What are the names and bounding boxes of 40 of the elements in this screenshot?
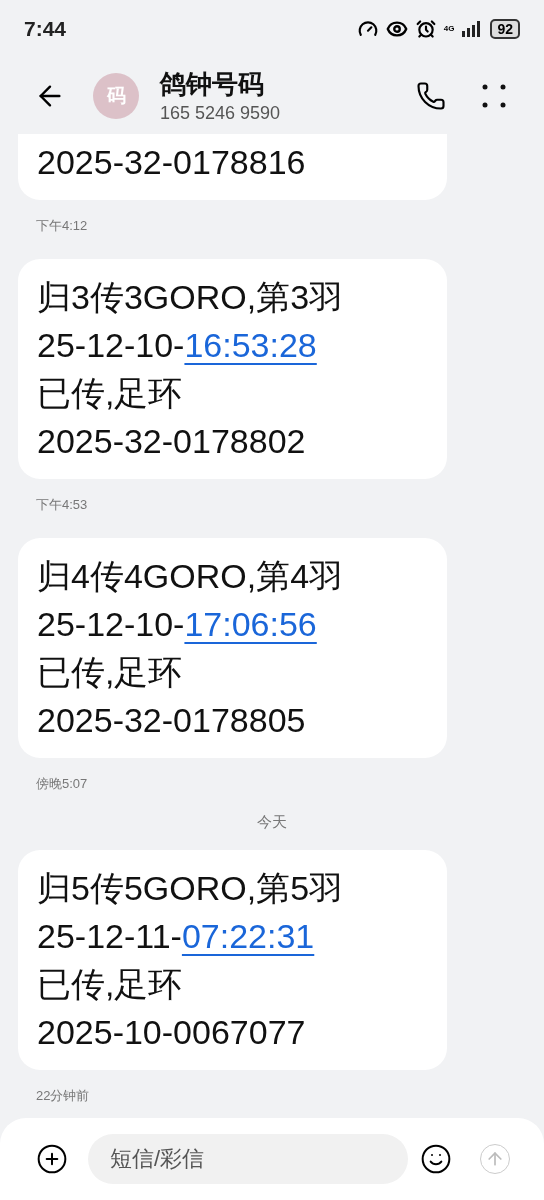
time-link[interactable]: 07:22:31 <box>181 911 315 960</box>
network-label: 4G <box>443 25 455 33</box>
emoji-button[interactable] <box>420 1143 452 1175</box>
message-time: 下午4:53 <box>36 497 88 512</box>
add-button[interactable] <box>36 1143 68 1175</box>
message-text: 25-12-10- <box>37 325 185 366</box>
message-text: 归3传3GORO,第3羽 <box>37 277 344 318</box>
message-text: 25-12-11- <box>37 915 182 957</box>
phone-number: 165 5246 9590 <box>160 102 281 125</box>
message-text: 2025-32-0178802 <box>37 421 306 462</box>
message-time: 下午4:12 <box>36 218 88 233</box>
time-link[interactable]: 16:53:28 <box>184 321 317 369</box>
message-text: 2025-10-0067077 <box>37 1011 306 1053</box>
alarm-icon <box>415 19 436 39</box>
message-input[interactable]: 短信/彩信 <box>88 1134 408 1184</box>
contact-name: 鸽钟号码 <box>160 68 265 101</box>
contact-avatar: 码 <box>93 73 139 119</box>
plus-icon <box>36 1143 68 1175</box>
message-text: 归5传5GORO,第5羽 <box>37 867 344 909</box>
message-text: 已传,足环 <box>37 373 183 414</box>
message-text: 已传,足环 <box>37 963 183 1005</box>
speedometer-icon <box>357 19 378 39</box>
phone-icon <box>416 81 446 111</box>
time-link[interactable]: 17:06:56 <box>184 600 317 648</box>
smiley-icon <box>420 1143 452 1175</box>
message-text: 归4传4GORO,第4羽 <box>37 556 344 597</box>
day-label: 今天 <box>257 812 287 832</box>
more-icon <box>482 84 506 108</box>
battery-indicator: 92 <box>490 19 520 39</box>
message-text: 2025-32-0178805 <box>37 700 306 741</box>
clock: 7:44 <box>24 16 67 43</box>
more-button[interactable] <box>482 84 506 108</box>
message-text: 已传,足环 <box>37 652 183 693</box>
message-time: 22分钟前 <box>36 1087 90 1103</box>
signal-icon <box>462 21 483 37</box>
eye-icon <box>385 18 408 40</box>
message-text: 2025-32-0178816 <box>37 142 306 183</box>
call-button[interactable] <box>416 81 446 111</box>
message-text: 25-12-10- <box>37 604 185 645</box>
message-time: 傍晚5:07 <box>36 776 88 791</box>
